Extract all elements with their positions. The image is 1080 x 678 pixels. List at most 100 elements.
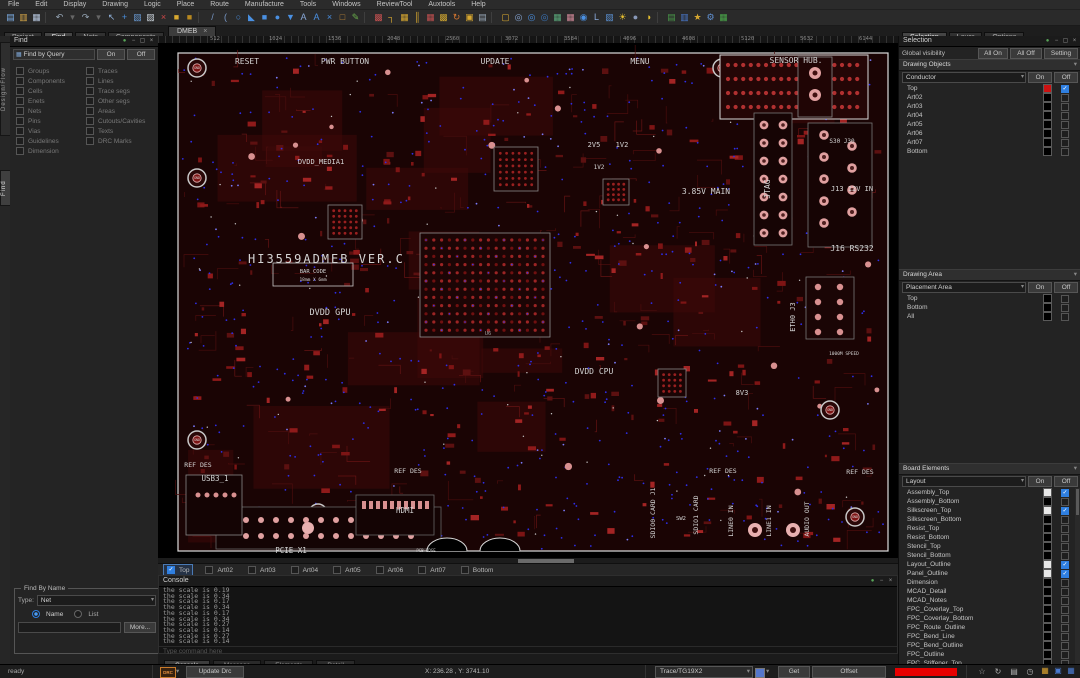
checkbox[interactable]	[86, 67, 94, 75]
visibility-checkbox[interactable]	[1061, 651, 1069, 659]
menu-help[interactable]: Help	[463, 0, 493, 9]
name-radio[interactable]	[32, 610, 40, 618]
color-swatch[interactable]	[1043, 497, 1052, 506]
visibility-checkbox[interactable]	[1061, 304, 1069, 312]
update-drc-button[interactable]: Update Drc	[186, 666, 244, 678]
update-icon[interactable]: ↻	[450, 11, 463, 24]
color-swatch[interactable]	[1043, 303, 1052, 312]
visibility-checkbox[interactable]	[1061, 534, 1069, 542]
zoom-in-icon[interactable]: ◎	[525, 11, 538, 24]
checkbox[interactable]	[86, 97, 94, 105]
color-swatch[interactable]	[1043, 147, 1052, 156]
drawing-objects-dropdown[interactable]: Conductor▾	[902, 72, 1026, 83]
layer-row-silkscreen-top[interactable]: Silkscreen_Top✓	[899, 506, 1080, 515]
layer-row-fpc-coverlay-top[interactable]: FPC_Coverlay_Top	[899, 605, 1080, 614]
delete-icon[interactable]: ×	[157, 11, 170, 24]
grid-lock-icon[interactable]: ▩	[437, 11, 450, 24]
pencil-icon[interactable]: ✎	[349, 11, 362, 24]
menu-route[interactable]: Route	[202, 0, 237, 9]
layer-row-panel-outline[interactable]: Panel_Outline✓	[899, 569, 1080, 578]
layer-row-top[interactable]: Top	[899, 294, 1080, 303]
color-swatch[interactable]	[1043, 623, 1052, 632]
menu-manufacture[interactable]: Manufacture	[237, 0, 292, 9]
circle-tool-icon[interactable]: ○	[232, 11, 245, 24]
redo-menu-icon[interactable]: ▾	[92, 11, 105, 24]
panel-blue-screen-icon[interactable]: ▣	[1053, 666, 1063, 676]
drc-indicator[interactable]: DRC	[160, 667, 176, 678]
star-tool-icon[interactable]: ★	[691, 11, 704, 24]
section-header[interactable]: Drawing Area▾	[899, 269, 1080, 281]
color-swatch[interactable]	[1043, 596, 1052, 605]
find-on-button[interactable]: On	[97, 49, 125, 60]
color-swatch[interactable]	[1043, 312, 1052, 321]
visibility-checkbox[interactable]	[1061, 624, 1069, 632]
pin-icon[interactable]: ●	[1043, 36, 1052, 46]
checkbox[interactable]	[16, 97, 24, 105]
float-icon[interactable]: ▢	[138, 36, 147, 46]
pad-icon[interactable]: ▣	[463, 11, 476, 24]
find-filter-enets[interactable]: Enets	[16, 96, 86, 106]
color-swatch[interactable]	[1043, 542, 1052, 551]
scrollbar-thumb[interactable]	[1076, 489, 1079, 515]
checkbox[interactable]	[86, 127, 94, 135]
checkbox[interactable]	[16, 137, 24, 145]
find-filter-lines[interactable]: Lines	[86, 76, 156, 86]
visibility-checkbox[interactable]	[1061, 94, 1069, 102]
layerbar-art05[interactable]: Art05	[330, 565, 364, 575]
checkbox[interactable]	[16, 77, 24, 85]
layerbar-bottom[interactable]: Bottom	[458, 565, 497, 575]
color-swatch[interactable]	[1043, 578, 1052, 587]
menu-file[interactable]: File	[0, 0, 27, 9]
color-swatch[interactable]	[1043, 641, 1052, 650]
checkbox[interactable]	[205, 566, 213, 574]
undo-icon[interactable]: ↶	[53, 11, 66, 24]
table-icon[interactable]: ▦	[424, 11, 437, 24]
vertical-scrollbar[interactable]	[1075, 488, 1080, 668]
pcb-canvas[interactable]: GNDGNDGNDGNDGNDGNDGNDGNDRESETPWR BUTTONU…	[158, 43, 898, 557]
visibility-checkbox[interactable]	[1061, 148, 1069, 156]
float-icon[interactable]: ▢	[1061, 36, 1070, 46]
trace-select[interactable]: Trace/TG19X2▾	[655, 666, 753, 678]
drawing-area-dropdown[interactable]: Placement Area▾	[902, 282, 1026, 293]
layer-row-mcad-notes[interactable]: MCAD_Notes	[899, 596, 1080, 605]
rectangle-tool-icon[interactable]: ■	[258, 11, 271, 24]
layer-row-mcad-detail[interactable]: MCAD_Detail	[899, 587, 1080, 596]
lock-icon[interactable]: ■	[170, 11, 183, 24]
all-off-button[interactable]: All Off	[1010, 48, 1042, 59]
panel-orange-tile-icon[interactable]: ▦	[1040, 666, 1050, 676]
layer-row-assembly-top[interactable]: Assembly_Top✓	[899, 488, 1080, 497]
pin-icon[interactable]: ●	[120, 36, 129, 46]
find-filter-nets[interactable]: Nets	[16, 106, 86, 116]
color-swatch[interactable]	[1043, 294, 1052, 303]
minimize-icon[interactable]: −	[129, 36, 138, 46]
color-swatch[interactable]	[1043, 650, 1052, 659]
layer-row-bottom[interactable]: Bottom	[899, 147, 1080, 156]
find-filter-guidelines[interactable]: Guidelines	[16, 136, 86, 146]
select-cursor-icon[interactable]: ↖	[105, 11, 118, 24]
visibility-checkbox[interactable]: ✓	[1061, 507, 1069, 515]
pin-icon[interactable]: ●	[868, 576, 877, 586]
checkbox[interactable]	[16, 147, 24, 155]
close-icon[interactable]: ×	[886, 576, 895, 586]
route-grid-icon[interactable]: ▦	[398, 11, 411, 24]
color-swatch[interactable]	[1043, 551, 1052, 560]
menu-display[interactable]: Display	[55, 0, 94, 9]
visibility-checkbox[interactable]	[1061, 139, 1069, 147]
text-frame-icon[interactable]: A	[297, 11, 310, 24]
visibility-checkbox[interactable]	[1061, 498, 1069, 506]
layer-row-bottom[interactable]: Bottom	[899, 303, 1080, 312]
off-button[interactable]: Off	[1054, 476, 1078, 487]
color-swatch[interactable]	[1043, 93, 1052, 102]
visibility-checkbox[interactable]: ✓	[1061, 561, 1069, 569]
close-icon[interactable]: ×	[203, 28, 207, 35]
find-filter-trace-segs[interactable]: Trace segs	[86, 86, 156, 96]
menu-place[interactable]: Place	[169, 0, 203, 9]
zoom-select-icon[interactable]: ◎	[512, 11, 525, 24]
net-cross-icon[interactable]: ×	[323, 11, 336, 24]
visibility-checkbox[interactable]	[1061, 642, 1069, 650]
visibility-checkbox[interactable]	[1061, 130, 1069, 138]
open-file-icon[interactable]: ▥	[17, 11, 30, 24]
checkbox[interactable]	[86, 107, 94, 115]
image-green-icon[interactable]: ▦	[551, 11, 564, 24]
layer-row-art05[interactable]: Art05	[899, 120, 1080, 129]
